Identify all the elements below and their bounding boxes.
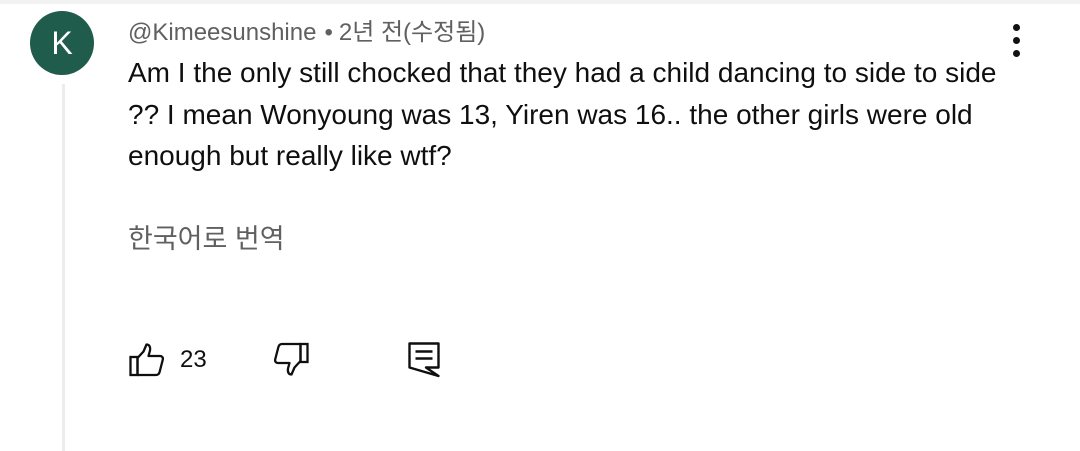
timestamp: 2년 전(수정됨) — [338, 19, 486, 46]
avatar[interactable]: K — [30, 11, 94, 75]
thread-line — [62, 84, 65, 451]
comment-text: Am I the only still chocked that they ha… — [128, 57, 997, 171]
comment-header: @Kimeesunshine • 2년 전(수정됨) — [128, 12, 485, 47]
comment-screen: K @Kimeesunshine • 2년 전(수정됨) Am I the only… — [0, 0, 1080, 451]
reply-comment-icon — [406, 340, 442, 378]
translate-link[interactable]: 한국어로 번역 — [128, 217, 285, 256]
like-count: 23 — [180, 346, 207, 373]
menu-dot — [1013, 37, 1020, 44]
author-handle[interactable]: @Kimeesunshine — [128, 19, 316, 46]
menu-dot — [1013, 24, 1020, 31]
reply-button[interactable] — [406, 340, 442, 378]
thumb-down-icon — [272, 340, 310, 378]
dislike-button[interactable] — [272, 340, 310, 378]
top-divider — [0, 0, 1080, 4]
thumb-up-icon — [128, 341, 166, 379]
separator-dot: • — [324, 19, 333, 46]
like-button[interactable]: 23 — [128, 340, 207, 380]
